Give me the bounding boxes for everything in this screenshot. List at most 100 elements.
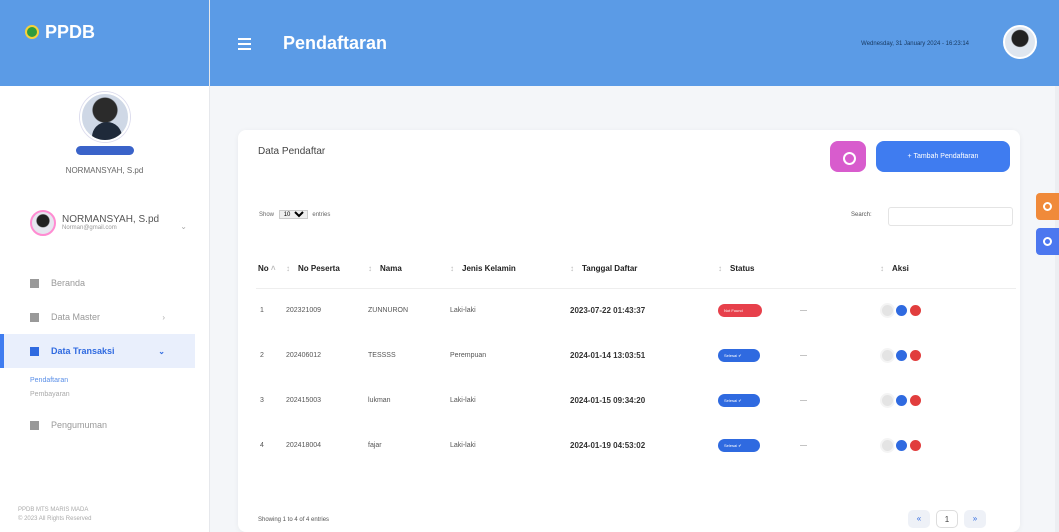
table-header-row: No ˄ ↕ No Peserta ↕ Nama ↕ Jenis Kelamin ↕ T… (256, 250, 1016, 289)
view-icon[interactable] (880, 438, 895, 453)
sidebar-item-data-transaksi[interactable]: Data Transaksi ⌄ (0, 334, 195, 368)
document-icon (30, 420, 39, 430)
sidebar-item-label: Beranda (51, 278, 86, 288)
edit-icon[interactable] (894, 303, 909, 319)
pagination-prev[interactable]: « (908, 510, 930, 528)
delete-icon[interactable] (908, 303, 923, 319)
table-row: 4 202418004 fajar Laki-laki 2024-01-19 0… (256, 423, 1016, 468)
view-icon[interactable] (880, 303, 895, 319)
add-pendaftaran-button[interactable]: + Tambah Pendaftaran (876, 141, 1010, 172)
cell-aksi (880, 423, 1016, 468)
sidebar-item-data-master[interactable]: Data Master › (0, 300, 209, 334)
column-header-jenis-kelamin[interactable]: ↕ Jenis Kelamin (450, 250, 570, 289)
cell-extra: — (800, 352, 807, 359)
table-row: 2 202406012 TESSSS Perempuan 2024-01-14 … (256, 333, 1016, 378)
footer-line: © 2023 All Rights Reserved (18, 516, 92, 522)
cell-aksi (880, 333, 1016, 378)
column-header-tanggal-daftar[interactable]: ↕ Tanggal Daftar (570, 250, 718, 289)
theme-float-button[interactable] (1036, 228, 1059, 255)
column-header-status[interactable]: ↕ Status (718, 250, 800, 289)
database-icon (30, 312, 39, 322)
print-button[interactable] (830, 141, 866, 172)
entries-select[interactable]: 10 (278, 210, 308, 219)
sidebar-footer: PPDB MTS MARIS MADA © 2023 All Rights Re… (18, 506, 91, 524)
submenu-item-pembayaran[interactable]: Pembayaran (30, 388, 209, 402)
pagination-next[interactable]: » (964, 510, 986, 528)
topbar: Pendaftaran Wednesday, 31 January 2024 -… (210, 0, 1059, 86)
data-card: Data Pendaftar + Tambah Pendaftaran Show… (238, 130, 1020, 532)
profile-block: NORMANSYAH, S.pd (0, 86, 209, 194)
search-input[interactable] (888, 207, 1013, 226)
cell-nama: fajar (368, 442, 382, 449)
user-avatar (30, 210, 56, 236)
delete-icon[interactable] (908, 348, 923, 363)
submenu: Pendaftaran Pembayaran (0, 368, 209, 408)
sidebar-item-label: Data Transaksi (51, 346, 115, 356)
table-row: 3 202415003 lukman Laki-laki 2024-01-15 … (256, 378, 1016, 423)
cell-aksi (880, 288, 1016, 333)
brand-name: PPDB (45, 22, 96, 42)
delete-icon[interactable] (908, 393, 923, 408)
datetime-display: Wednesday, 31 January 2024 - 16:23:14 (861, 41, 969, 47)
delete-icon[interactable] (908, 438, 923, 453)
pendaftar-table: No ˄ ↕ No Peserta ↕ Nama ↕ Jenis Kelamin ↕ T… (256, 250, 1016, 468)
cell-tanggal-daftar: 2024-01-15 09:34:20 (570, 396, 646, 405)
sidebar-item-beranda[interactable]: Beranda (0, 266, 209, 300)
cell-no-peserta: 202415003 (286, 397, 322, 404)
cell-extra: — (800, 442, 807, 449)
home-icon (30, 278, 39, 288)
column-header-blank[interactable] (800, 250, 880, 289)
settings-float-button[interactable] (1036, 193, 1059, 220)
cell-no: 3 (260, 397, 264, 404)
footer-line: PPDB MTS MARIS MADA (18, 507, 89, 513)
column-header-nama[interactable]: ↕ Nama (368, 250, 450, 289)
top-user-avatar[interactable] (1003, 25, 1037, 59)
file-icon (30, 346, 39, 356)
table-info: Showing 1 to 4 of 4 entries (258, 517, 330, 523)
palette-icon (1043, 237, 1052, 246)
cell-jenis-kelamin: Perempuan (450, 352, 487, 359)
cell-status: Selesai ✔ (718, 423, 800, 468)
pagination-page[interactable]: 1 (936, 510, 958, 528)
cell-nama: ZUNNURON (368, 307, 409, 315)
cell-no: 2 (260, 352, 264, 359)
show-label: Show (259, 212, 275, 218)
submenu-item-pendaftaran[interactable]: Pendaftaran (30, 374, 209, 388)
chevron-down-icon: ⌄ (158, 346, 165, 356)
cell-tanggal-daftar: 2023-07-22 01:43:37 (570, 306, 646, 316)
page-title: Pendaftaran (283, 33, 388, 53)
view-icon[interactable] (880, 348, 895, 363)
edit-icon[interactable] (894, 348, 909, 363)
chevron-down-icon: ⌄ (180, 222, 187, 231)
card-title: Data Pendaftar (258, 146, 326, 157)
entries-label: entries (312, 212, 331, 218)
brand[interactable]: PPDB (0, 0, 209, 86)
cell-extra: — (800, 307, 807, 315)
user-dropdown[interactable]: NORMANSYAH, S.pd Norman@gmail.com ⌄ (0, 194, 209, 252)
role-badge (75, 146, 134, 155)
hamburger-menu-icon[interactable] (238, 38, 251, 53)
edit-icon[interactable] (894, 438, 909, 453)
cell-tanggal-daftar: 2024-01-14 13:03:51 (570, 351, 646, 360)
cell-no-peserta: 202418004 (286, 442, 322, 449)
scrollbar[interactable] (1055, 86, 1059, 532)
user-email: Norman@gmail.com (62, 225, 117, 232)
sidebar-menu: Beranda Data Master › Data Transaksi ⌄ P… (0, 266, 209, 442)
cell-status: Selesai ✔ (718, 333, 800, 378)
column-header-no[interactable]: No ˄ (256, 250, 286, 289)
column-header-aksi[interactable]: ↕ Aksi (880, 250, 1016, 289)
cell-nama: TESSSS (368, 352, 396, 359)
school-logo-icon (25, 25, 39, 39)
cell-jenis-kelamin: Laki-laki (450, 442, 476, 449)
view-icon[interactable] (880, 393, 895, 408)
cell-no: 4 (260, 442, 264, 449)
table-row: 1 202321009 ZUNNURON Laki-laki 2023-07-2… (256, 288, 1016, 333)
edit-icon[interactable] (894, 393, 909, 408)
cell-extra: — (800, 397, 807, 404)
column-header-no-peserta[interactable]: ↕ No Peserta (286, 250, 368, 289)
sidebar-item-pengumuman[interactable]: Pengumuman (0, 408, 209, 442)
cell-aksi (880, 378, 1016, 423)
sidebar-item-label: Pengumuman (51, 420, 108, 430)
cell-tanggal-daftar: 2024-01-19 04:53:02 (570, 441, 646, 450)
user-name: NORMANSYAH, S.pd (62, 214, 160, 226)
